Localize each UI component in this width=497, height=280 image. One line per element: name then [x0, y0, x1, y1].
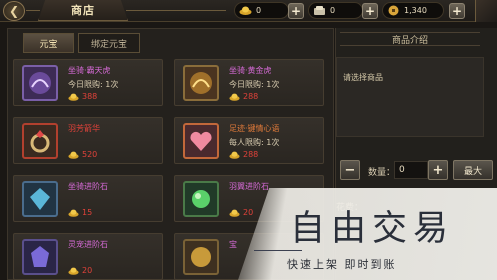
detail-header: 商品介绍	[340, 32, 480, 46]
decrease-quantity-button[interactable]: −	[340, 160, 360, 180]
gold-ingot-icon	[229, 151, 240, 159]
item-name: 灵宠进阶石	[68, 240, 108, 249]
item-price-value: 388	[82, 92, 98, 101]
back-button[interactable]: ❮	[3, 1, 25, 21]
item-name: 坐骑·黄金虎	[229, 66, 272, 75]
description-box: 请选择商品	[336, 57, 484, 137]
shop-item-card[interactable]: 灵宠进阶石 20	[13, 233, 163, 280]
item-name: 足迹·键情心语	[229, 124, 280, 133]
shop-item-card[interactable]: 坐骑进阶石 15	[13, 175, 163, 222]
quantity-label: 数量：	[368, 168, 396, 178]
plus-icon: +	[432, 162, 444, 178]
top-bar: ❮ 商店 0 + 0 + 1,340 +	[0, 0, 497, 22]
mount-stone-icon	[22, 181, 58, 217]
item-price: 520	[68, 150, 97, 159]
shop-item-card[interactable]: 羽芳箭华 520	[13, 117, 163, 164]
gold-ingot-icon	[229, 209, 240, 217]
copper-coin-icon	[386, 5, 400, 17]
gold-ingot-icon	[68, 209, 79, 217]
wing-stone-icon	[183, 181, 219, 217]
item-name: 坐骑进阶石	[68, 182, 108, 191]
minus-icon: −	[344, 162, 356, 178]
treasure-icon	[183, 239, 219, 275]
heart-icon	[183, 123, 219, 159]
back-arrow-icon: ❮	[8, 4, 20, 18]
add-copper-button[interactable]: +	[449, 3, 465, 19]
item-price-value: 20	[82, 266, 93, 275]
item-price: 288	[229, 92, 258, 101]
item-purchase-limit: 今日限购: 1次	[229, 80, 280, 89]
item-purchase-limit: 每人限购: 1次	[229, 138, 280, 147]
title-ornament-right	[126, 10, 226, 11]
gold-ingot-icon	[229, 93, 240, 101]
item-price: 20	[68, 266, 92, 275]
currency-bound: 0	[308, 2, 363, 19]
item-price-value: 20	[243, 208, 254, 217]
shop-item-card[interactable]: 宝	[174, 233, 324, 280]
shop-item-card[interactable]: 足迹·键情心语 每人限购: 1次 288	[174, 117, 324, 164]
quantity-row: − 数量： 0 + 最大	[340, 160, 497, 180]
item-name: 坐骑·霸天虎	[68, 66, 111, 75]
plus-icon: +	[364, 4, 376, 18]
tab-bound-ingot[interactable]: 绑定元宝	[78, 33, 140, 53]
item-name: 羽翼进阶石	[229, 182, 269, 191]
plus-icon: +	[290, 4, 302, 18]
item-name: 羽芳箭华	[68, 124, 100, 133]
total-cost-label: 花费：	[336, 203, 364, 213]
gold-ingot-icon	[68, 93, 79, 101]
tab-ingot[interactable]: 元宝	[23, 33, 74, 53]
item-name: 宝	[229, 240, 237, 249]
currency-copper: 1,340	[382, 2, 444, 19]
currency-copper-value: 1,340	[404, 6, 427, 15]
max-quantity-button[interactable]: 最大	[453, 160, 493, 180]
item-purchase-limit: 今日限购: 1次	[68, 80, 119, 89]
bound-ingot-icon	[312, 5, 326, 17]
gold-ingot-icon	[68, 151, 79, 159]
currency-gold: 0	[234, 2, 289, 19]
pet-stone-icon	[22, 239, 58, 275]
plus-icon: +	[451, 4, 463, 18]
title-ornament-left	[26, 10, 40, 11]
gold-ingot-icon	[68, 267, 79, 275]
item-price: 15	[68, 208, 92, 217]
item-price-value: 288	[243, 92, 259, 101]
add-bound-button[interactable]: +	[362, 3, 378, 19]
shop-item-card[interactable]: 羽翼进阶石 20	[174, 175, 324, 222]
gold-ingot-icon	[238, 5, 252, 17]
item-price: 388	[68, 92, 97, 101]
add-gold-button[interactable]: +	[288, 3, 304, 19]
quantity-input[interactable]: 0	[394, 161, 428, 179]
item-price-value: 288	[243, 150, 259, 159]
item-price: 20	[229, 208, 253, 217]
item-price: 288	[229, 150, 258, 159]
frame-corner	[475, 0, 497, 22]
ring-icon	[22, 123, 58, 159]
increase-quantity-button[interactable]: +	[428, 160, 448, 180]
item-price-value: 520	[82, 150, 98, 159]
currency-gold-value: 0	[256, 6, 262, 15]
description-placeholder: 请选择商品	[343, 73, 383, 82]
tiger-mount-icon	[22, 65, 58, 101]
currency-bound-value: 0	[330, 6, 336, 15]
golden-tiger-mount-icon	[183, 65, 219, 101]
page-title: 商店	[38, 0, 128, 21]
shop-item-card[interactable]: 坐骑·霸天虎 今日限购: 1次 388	[13, 59, 163, 106]
shop-item-card[interactable]: 坐骑·黄金虎 今日限购: 1次 288	[174, 59, 324, 106]
item-price-value: 15	[82, 208, 93, 217]
